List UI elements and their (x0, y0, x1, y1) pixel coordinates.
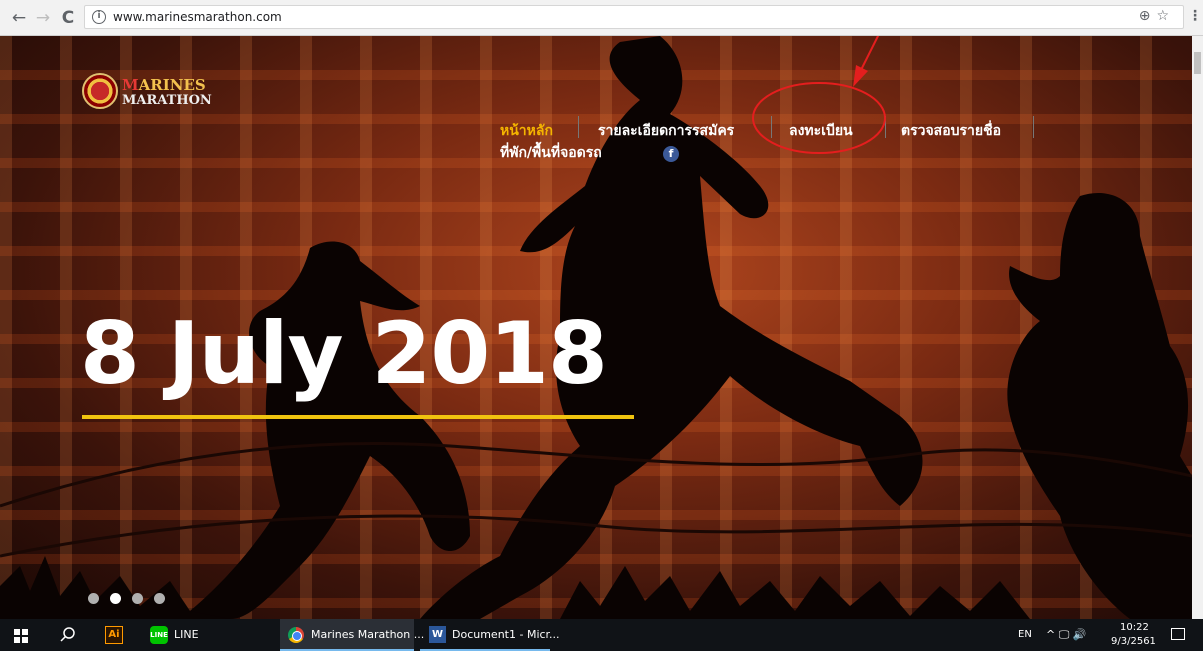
zoom-icon[interactable]: ⊕ (1139, 8, 1157, 24)
windows-taskbar: Ai LINE LINE Marines Marathon ... W Docu… (0, 619, 1203, 651)
windows-start-icon[interactable] (14, 629, 28, 643)
browser-toolbar: ← → C i www.marinesmarathon.com ⊕☆ ⋮ (0, 0, 1203, 36)
logo-initial: M (122, 76, 139, 94)
nav-divider (885, 116, 886, 138)
nav-accommodation-parking[interactable]: ที่พัก/พื้นที่จอดรถ (500, 142, 602, 164)
site-info-icon[interactable]: i (92, 10, 106, 24)
hero-banner: MARINES MARATHON หน้าหลัก รายละเอียดการร… (0, 36, 1192, 619)
marine-emblem-icon (82, 73, 118, 109)
headline-underline (82, 415, 634, 419)
back-icon[interactable]: ← (10, 8, 28, 28)
reload-icon[interactable]: C (59, 8, 77, 28)
scrollbar-thumb[interactable] (1194, 52, 1201, 74)
adobe-illustrator-icon[interactable]: Ai (105, 626, 123, 644)
nav-home[interactable]: หน้าหลัก (500, 120, 553, 142)
clock-time[interactable]: 10:22 (1120, 622, 1149, 633)
logo-word-marathon: MARATHON (122, 93, 212, 108)
url-text[interactable]: www.marinesmarathon.com (113, 10, 282, 24)
task-word-label[interactable]: Document1 - Micr... (452, 628, 560, 641)
bookmark-star-icon[interactable]: ☆ (1156, 8, 1175, 24)
runner-left-silhouette (180, 241, 470, 619)
clock-date[interactable]: 9/3/2561 (1111, 636, 1156, 647)
language-indicator[interactable]: EN (1018, 629, 1032, 640)
omnibox-actions: ⊕☆ (1139, 8, 1175, 24)
carousel-dot[interactable] (154, 593, 165, 604)
page-scrollbar[interactable] (1192, 36, 1203, 619)
event-date-headline: 8 July 2018 (80, 304, 608, 404)
chrome-icon (288, 627, 304, 643)
line-app-icon[interactable]: LINE (150, 626, 168, 644)
grass-silhouette (560, 566, 1030, 619)
runner-right-silhouette (1007, 192, 1192, 619)
nav-registration-details[interactable]: รายละเอียดการรสมัคร (598, 120, 734, 142)
carousel-dot[interactable] (88, 593, 99, 604)
nav-divider (578, 116, 579, 138)
word-icon: W (429, 626, 446, 643)
facebook-icon[interactable]: f (663, 146, 679, 162)
line-app-label[interactable]: LINE (174, 628, 199, 641)
nav-divider (1033, 116, 1034, 138)
task-chrome-label[interactable]: Marines Marathon ... (311, 628, 424, 641)
nav-check-names[interactable]: ตรวจสอบรายชื่อ (901, 120, 1001, 142)
carousel-dot[interactable] (132, 593, 143, 604)
search-icon[interactable] (60, 627, 76, 643)
browser-menu-icon[interactable]: ⋮ (1188, 8, 1202, 24)
carousel-dot-active[interactable] (110, 593, 121, 604)
forward-icon[interactable]: → (34, 8, 52, 28)
action-center-icon[interactable] (1171, 628, 1185, 640)
nav-divider (771, 116, 772, 138)
nav-register[interactable]: ลงทะเบียน (789, 120, 853, 142)
logo-word-marines: ARINES (138, 76, 206, 94)
address-bar[interactable]: i www.marinesmarathon.com ⊕☆ (84, 5, 1184, 29)
system-tray-icons[interactable]: ^ 🖵 🔊 (1046, 628, 1087, 642)
